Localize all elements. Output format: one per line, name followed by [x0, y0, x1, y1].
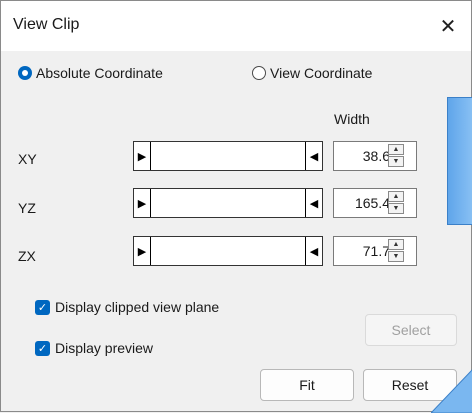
caret-down-icon[interactable]: ▼ — [388, 203, 404, 214]
width-value-xy[interactable]: 38.6 — [334, 142, 394, 170]
caret-up-icon[interactable]: ▲ — [388, 191, 404, 202]
title-bar: View Clip ✕ — [1, 1, 471, 51]
checkbox-display-clipped-view-plane[interactable]: ✓ Display clipped view plane — [35, 299, 219, 315]
triangle-left-icon[interactable]: ◀ — [305, 142, 322, 170]
radio-absolute-coordinate[interactable]: Absolute Coordinate — [18, 65, 163, 81]
close-button[interactable]: ✕ — [425, 1, 471, 51]
radio-unselected-icon — [252, 66, 266, 80]
triangle-left-icon[interactable]: ◀ — [305, 189, 322, 217]
radio-view-coordinate[interactable]: View Coordinate — [252, 65, 372, 81]
caret-up-icon[interactable]: ▲ — [388, 239, 404, 250]
triangle-left-icon[interactable]: ◀ — [305, 237, 322, 265]
radio-absolute-label: Absolute Coordinate — [36, 65, 163, 81]
radio-view-label: View Coordinate — [270, 65, 373, 81]
check-icon[interactable]: ✓ — [35, 340, 50, 356]
select-button[interactable]: Select — [365, 314, 457, 346]
checkbox-label-display-preview: Display preview — [55, 340, 154, 356]
clip-preview-corner — [431, 369, 472, 413]
view-clip-dialog: View Clip ✕ Absolute Coordinate View Coo… — [0, 0, 472, 413]
width-value-zx[interactable]: 71.7 — [334, 237, 394, 265]
checkbox-label-clipped-view-plane: Display clipped view plane — [55, 299, 220, 315]
dialog-title: View Clip — [13, 16, 80, 33]
range-slider-xy[interactable]: ▶ ◀ — [133, 141, 323, 171]
width-value-yz[interactable]: 165.4 — [334, 189, 394, 217]
fit-button[interactable]: Fit — [260, 369, 354, 401]
caret-up-icon[interactable]: ▲ — [388, 144, 404, 155]
caret-down-icon[interactable]: ▼ — [388, 156, 404, 167]
slider-track[interactable] — [151, 189, 305, 217]
caret-down-icon[interactable]: ▼ — [388, 251, 404, 262]
clip-preview-panel — [447, 97, 472, 225]
close-icon: ✕ — [439, 15, 457, 38]
width-column-header: Width — [334, 111, 370, 127]
width-spinbox-xy[interactable]: 38.6 ▲ ▼ — [333, 141, 417, 171]
row-label-xy: XY — [18, 151, 37, 167]
checkbox-display-preview[interactable]: ✓ Display preview — [35, 340, 153, 356]
row-label-yz: YZ — [18, 200, 36, 216]
radio-selected-icon — [18, 66, 32, 80]
slider-track[interactable] — [151, 142, 305, 170]
slider-track[interactable] — [151, 237, 305, 265]
range-slider-zx[interactable]: ▶ ◀ — [133, 236, 323, 266]
triangle-right-icon[interactable]: ▶ — [134, 189, 151, 217]
width-spinbox-yz[interactable]: 165.4 ▲ ▼ — [333, 188, 417, 218]
triangle-right-icon[interactable]: ▶ — [134, 142, 151, 170]
check-icon[interactable]: ✓ — [35, 299, 50, 315]
row-label-zx: ZX — [18, 248, 36, 264]
width-spinbox-zx[interactable]: 71.7 ▲ ▼ — [333, 236, 417, 266]
triangle-right-icon[interactable]: ▶ — [134, 237, 151, 265]
range-slider-yz[interactable]: ▶ ◀ — [133, 188, 323, 218]
